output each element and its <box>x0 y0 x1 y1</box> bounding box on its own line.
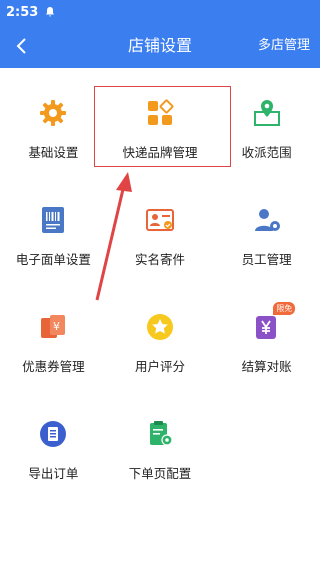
menu-label: 员工管理 <box>241 252 292 267</box>
star-icon <box>146 314 173 340</box>
export-doc-icon <box>40 421 67 447</box>
multi-store-button[interactable]: 多店管理 <box>258 24 310 68</box>
free-badge: 限免 <box>273 302 296 315</box>
status-time: 2:53 <box>6 4 39 20</box>
order-config-icon <box>149 421 173 446</box>
menu-item-export-orders[interactable]: 导出订单 <box>0 389 107 496</box>
menu-item-e-waybill[interactable]: 电子面单设置 <box>0 175 107 282</box>
menu-item-coupon[interactable]: ¥ 优惠券管理 <box>0 282 107 389</box>
notification-bell-icon <box>46 7 55 17</box>
menu-label: 结算对账 <box>241 359 292 374</box>
id-card-icon <box>145 209 174 231</box>
menu-label: 导出订单 <box>28 466 79 481</box>
map-pin-icon <box>253 100 280 126</box>
staff-icon <box>254 209 280 231</box>
coupon-icon: ¥ <box>41 315 66 338</box>
menu-item-settlement[interactable]: 限免 结算对账 <box>213 282 320 389</box>
menu-label: 电子面单设置 <box>15 252 91 267</box>
menu-item-basic-settings[interactable]: 基础设置 <box>0 68 107 175</box>
barcode-icon <box>42 207 65 233</box>
menu-item-realname-shipping[interactable]: 实名寄件 <box>107 175 214 282</box>
app-bar: 店铺设置 多店管理 <box>0 24 320 68</box>
menu-label: 收派范围 <box>241 145 292 160</box>
menu-label: 优惠券管理 <box>22 359 85 374</box>
menu-item-user-rating[interactable]: 用户评分 <box>107 282 214 389</box>
yen-wallet-icon <box>255 316 276 339</box>
menu-label: 下单页配置 <box>128 466 192 481</box>
menu-label: 基础设置 <box>28 145 79 160</box>
gear-icon <box>40 100 67 126</box>
highlight-box <box>94 86 231 167</box>
status-bar: 2:53 <box>0 0 320 24</box>
menu-label: 实名寄件 <box>134 252 185 267</box>
menu-item-staff[interactable]: 员工管理 <box>213 175 320 282</box>
svg-text:¥: ¥ <box>53 320 60 333</box>
menu-item-order-page-config[interactable]: 下单页配置 <box>107 389 214 496</box>
menu-label: 用户评分 <box>134 359 185 374</box>
